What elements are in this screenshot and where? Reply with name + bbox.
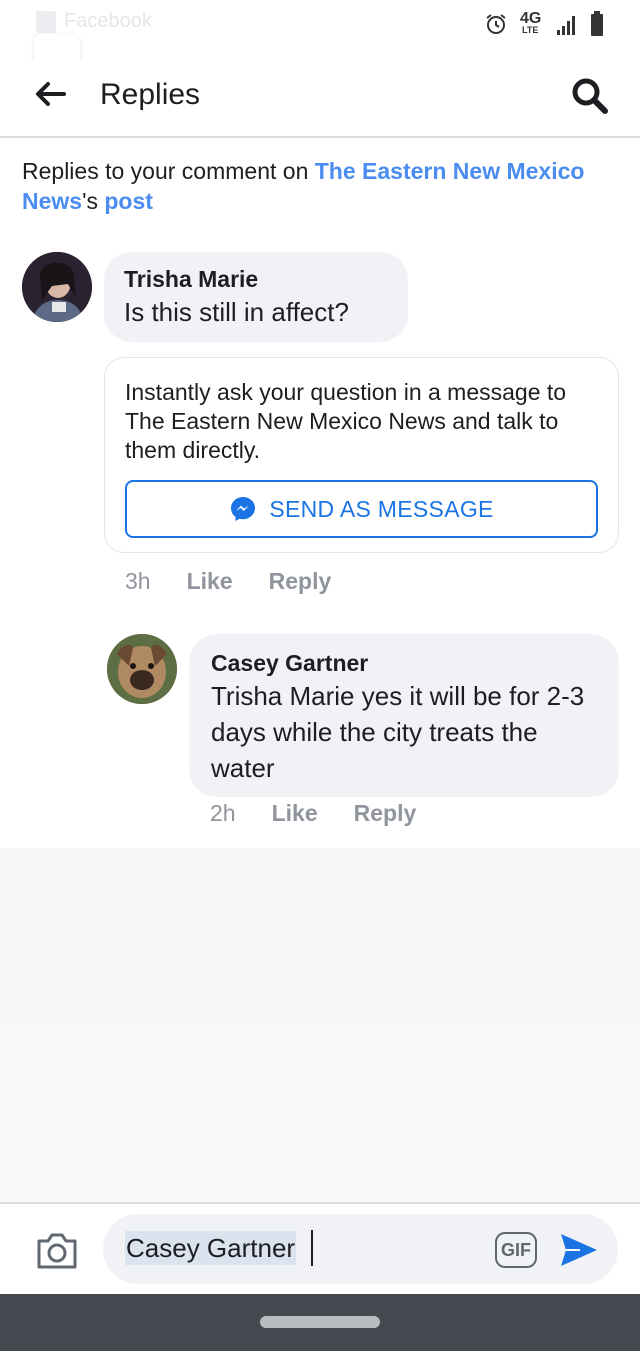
post-link[interactable]: post	[104, 188, 153, 214]
comment-text: Is this still in affect?	[124, 297, 349, 327]
replies-context: Replies to your comment on The Eastern N…	[22, 156, 622, 216]
context-prefix: Replies to your comment on	[22, 158, 315, 184]
camera-icon	[37, 1233, 77, 1269]
reply-button[interactable]: Reply	[354, 800, 417, 827]
status-app-label: Facebook	[64, 10, 152, 32]
profile-photo	[22, 252, 92, 322]
context-possessive: 's	[82, 188, 105, 214]
avatar-trisha-marie[interactable]	[22, 252, 92, 322]
comment-bubble[interactable]: Trisha Marie Is this still in affect?	[104, 252, 408, 342]
reply-composer: Casey Gartner GIF	[0, 1202, 640, 1294]
camera-button[interactable]	[34, 1228, 80, 1274]
gif-button[interactable]: GIF	[495, 1232, 537, 1268]
home-gesture-handle[interactable]	[260, 1316, 380, 1328]
facebook-logo-icon	[36, 10, 56, 33]
comment-text: Trisha Marie yes it will be for 2-3 days…	[211, 681, 585, 783]
page-title: Replies	[100, 78, 201, 111]
network-indicator: 4G LTE	[520, 10, 542, 35]
reply-input[interactable]: Casey Gartner GIF	[103, 1214, 618, 1284]
send-button[interactable]	[557, 1228, 601, 1272]
comment-time: 3h	[125, 568, 151, 594]
status-bar: Facebook 4G LTE	[0, 0, 640, 46]
like-button[interactable]: Like	[187, 568, 233, 595]
status-icons: 4G LTE	[484, 10, 604, 38]
messenger-icon	[231, 497, 256, 521]
send-icon	[561, 1234, 597, 1266]
comment-author[interactable]: Trisha Marie	[124, 264, 388, 294]
signal-icon	[557, 16, 575, 35]
send-as-message-label: SEND AS MESSAGE	[269, 495, 494, 522]
system-nav-bar	[0, 1294, 640, 1351]
status-app-ghost: Facebook	[36, 10, 152, 33]
search-icon	[572, 78, 608, 114]
search-button[interactable]	[568, 74, 612, 118]
avatar-casey-gartner[interactable]	[107, 634, 177, 704]
message-prompt-card: Instantly ask your question in a message…	[104, 357, 619, 553]
battery-icon	[591, 11, 603, 36]
top-app-bar: Replies	[0, 60, 640, 138]
send-as-message-button[interactable]: SEND AS MESSAGE	[125, 480, 598, 538]
alarm-icon	[486, 14, 506, 34]
empty-content-area	[0, 848, 640, 1202]
comment-time: 2h	[210, 800, 236, 826]
comment-actions: 2h Like Reply	[210, 800, 416, 827]
message-prompt-text: Instantly ask your question in a message…	[125, 379, 567, 463]
profile-photo	[107, 634, 177, 704]
back-button[interactable]	[30, 74, 70, 114]
back-arrow-icon	[36, 82, 66, 106]
like-button[interactable]: Like	[272, 800, 318, 827]
comment-author[interactable]: Casey Gartner	[211, 648, 597, 678]
reply-input-value[interactable]: Casey Gartner	[125, 1231, 297, 1265]
text-cursor	[311, 1230, 313, 1266]
comment-bubble[interactable]: Casey Gartner Trisha Marie yes it will b…	[189, 634, 619, 797]
reply-button[interactable]: Reply	[269, 568, 332, 595]
comment-actions: 3h Like Reply	[125, 568, 331, 595]
